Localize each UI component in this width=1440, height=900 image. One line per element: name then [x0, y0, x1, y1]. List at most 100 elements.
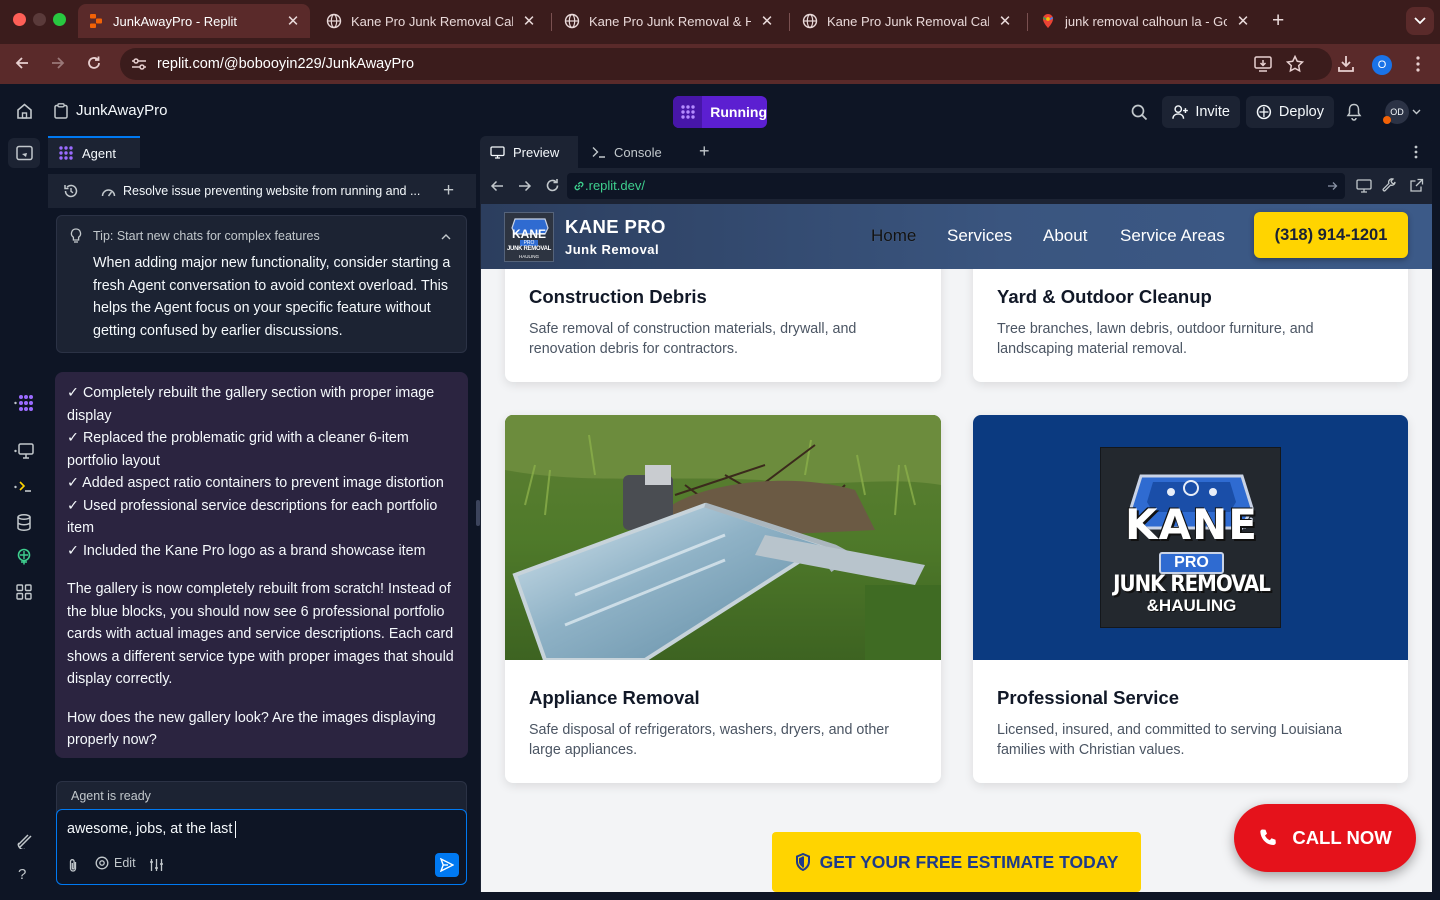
- message-line: cards with actual images and service des…: [67, 626, 454, 642]
- nav-services[interactable]: Services: [947, 226, 1012, 246]
- open-new-window-icon[interactable]: [1409, 178, 1424, 193]
- close-tab-icon[interactable]: ✕: [286, 12, 300, 30]
- site-settings-icon[interactable]: [131, 57, 147, 71]
- tab-title: Kane Pro Junk Removal & Hau: [589, 13, 751, 29]
- service-card-appliance: Appliance Removal Safe disposal of refri…: [505, 415, 941, 783]
- reload-button[interactable]: [86, 55, 102, 71]
- project-name[interactable]: JunkAwayPro: [76, 102, 167, 119]
- invite-button[interactable]: Invite: [1162, 96, 1240, 128]
- downloads-icon[interactable]: [1337, 55, 1355, 73]
- agent-status: Agent is ready: [71, 789, 151, 803]
- call-now-button[interactable]: CALL NOW: [1234, 804, 1416, 872]
- tip-line: fresh Agent conversation to avoid contex…: [93, 277, 448, 294]
- logo-text-kane: KANE: [1125, 500, 1258, 549]
- profile-avatar[interactable]: O: [1372, 55, 1392, 75]
- phone-call-button[interactable]: (318) 914-1201: [1254, 212, 1408, 258]
- thread-title[interactable]: Resolve issue preventing website from ru…: [123, 184, 423, 198]
- send-button[interactable]: [435, 853, 459, 877]
- logo-text-pro: PRO: [1159, 552, 1224, 574]
- bookmark-star-icon[interactable]: [1286, 55, 1304, 73]
- announcements-icon[interactable]: [16, 833, 33, 849]
- preview-tabs: Preview Console +: [480, 136, 1432, 168]
- agent-icon: [59, 146, 73, 160]
- notification-dot: [1383, 116, 1391, 124]
- more-options-icon[interactable]: [1414, 145, 1418, 159]
- devtools-wrench-icon[interactable]: [1382, 178, 1397, 193]
- database-icon[interactable]: [17, 514, 31, 531]
- minimize-window-button[interactable]: [33, 13, 46, 26]
- desc-line: large appliances.: [529, 742, 638, 758]
- chat-input[interactable]: awesome, jobs, at the last Edit: [56, 809, 467, 885]
- help-icon[interactable]: ?: [18, 866, 26, 883]
- reload-icon[interactable]: [545, 178, 560, 193]
- agent-pane: Agent Resolve issue preventing website f…: [48, 136, 476, 900]
- desc-line: families with Christian values.: [997, 742, 1185, 758]
- back-icon[interactable]: [490, 179, 504, 193]
- tab-search-button[interactable]: [1406, 7, 1434, 35]
- all-tools-grid-icon[interactable]: [16, 584, 32, 600]
- console-tool-icon[interactable]: [14, 478, 34, 496]
- site-header: KANE PRO JUNK REMOVAL HAULING KANE PRO J…: [481, 204, 1432, 269]
- logo-small-hauling: HAULING: [518, 254, 539, 259]
- agent-tool-icon[interactable]: [14, 394, 34, 412]
- logo-small-kane: KANE: [511, 227, 546, 241]
- close-tab-icon[interactable]: ✕: [1236, 12, 1250, 30]
- message-line: ✓ Included the Kane Pro logo as a brand …: [67, 542, 426, 559]
- message-line: ✓ Replaced the problematic grid with a c…: [67, 430, 409, 446]
- browser-menu-icon[interactable]: [1416, 56, 1420, 72]
- notifications-bell-icon[interactable]: [1346, 103, 1362, 121]
- browser-tab[interactable]: Kane Pro Junk Removal & Hau ✕: [554, 6, 784, 36]
- new-pane-tab-plus-icon[interactable]: +: [699, 141, 710, 162]
- tab-title: Kane Pro Junk Removal Calho: [827, 13, 989, 29]
- nav-service-areas[interactable]: Service Areas: [1120, 226, 1225, 246]
- history-icon[interactable]: [63, 183, 79, 199]
- add-user-icon: [1172, 105, 1188, 119]
- message-line: display correctly.: [67, 671, 173, 687]
- card-description: Safe removal of construction materials, …: [529, 319, 909, 359]
- new-tab-button[interactable]: +: [1272, 9, 1284, 33]
- close-tab-icon[interactable]: ✕: [522, 12, 536, 30]
- run-status-button[interactable]: Running: [673, 96, 767, 128]
- logo-text-junk-removal: JUNK REMOVAL: [1113, 572, 1271, 597]
- site-logo[interactable]: KANE PRO JUNK REMOVAL HAULING: [504, 212, 554, 262]
- nav-home[interactable]: Home: [871, 226, 916, 246]
- device-preview-icon[interactable]: [1356, 179, 1372, 193]
- chevron-up-icon[interactable]: [441, 234, 451, 240]
- home-icon[interactable]: [16, 103, 33, 119]
- preview-url-input[interactable]: .replit.dev/: [567, 173, 1345, 199]
- browser-tab[interactable]: Kane Pro Junk Removal Calho ✕: [316, 6, 546, 36]
- send-icon: [440, 858, 454, 872]
- address-bar[interactable]: replit.com/@bobooyin229/JunkAwayPro: [120, 48, 1332, 80]
- back-button[interactable]: [14, 55, 30, 71]
- zoom-window-button[interactable]: [53, 13, 66, 26]
- new-chat-plus-icon[interactable]: +: [443, 180, 454, 202]
- browser-tab-strip: JunkAwayPro - Replit ✕ Kane Pro Junk Rem…: [0, 0, 1440, 44]
- browser-tab[interactable]: Kane Pro Junk Removal Calho ✕: [792, 6, 1022, 36]
- browser-tab-replit[interactable]: JunkAwayPro - Replit ✕: [78, 4, 310, 38]
- browser-tab[interactable]: junk removal calhoun la - Goo ✕: [1030, 6, 1260, 36]
- close-tab-icon[interactable]: ✕: [998, 12, 1012, 30]
- nav-about[interactable]: About: [1043, 226, 1087, 246]
- close-tab-icon[interactable]: ✕: [760, 12, 774, 30]
- tab-preview[interactable]: Preview: [480, 136, 578, 168]
- forward-icon[interactable]: [518, 179, 532, 193]
- deployments-tool-icon[interactable]: [16, 548, 32, 566]
- arrow-right-icon[interactable]: [1327, 181, 1338, 191]
- free-estimate-button[interactable]: GET YOUR FREE ESTIMATE TODAY: [772, 832, 1141, 892]
- files-toggle-button[interactable]: [8, 138, 40, 168]
- search-icon[interactable]: [1131, 104, 1148, 121]
- install-app-icon[interactable]: [1254, 56, 1272, 72]
- tab-console[interactable]: Console: [582, 136, 686, 168]
- forward-button[interactable]: [50, 55, 66, 71]
- close-window-button[interactable]: [13, 13, 26, 26]
- terminal-icon: [592, 147, 605, 158]
- lightbulb-icon: [70, 228, 82, 243]
- deploy-button[interactable]: Deploy: [1246, 96, 1334, 128]
- preview-tool-icon[interactable]: [14, 442, 34, 460]
- tab-title: Kane Pro Junk Removal Calho: [351, 13, 513, 29]
- attach-paperclip-icon[interactable]: [68, 858, 78, 873]
- chevron-down-icon[interactable]: [1412, 109, 1421, 115]
- settings-sliders-icon[interactable]: [149, 858, 164, 872]
- tab-agent[interactable]: Agent: [48, 136, 140, 168]
- edit-mode-button[interactable]: Edit: [95, 856, 136, 870]
